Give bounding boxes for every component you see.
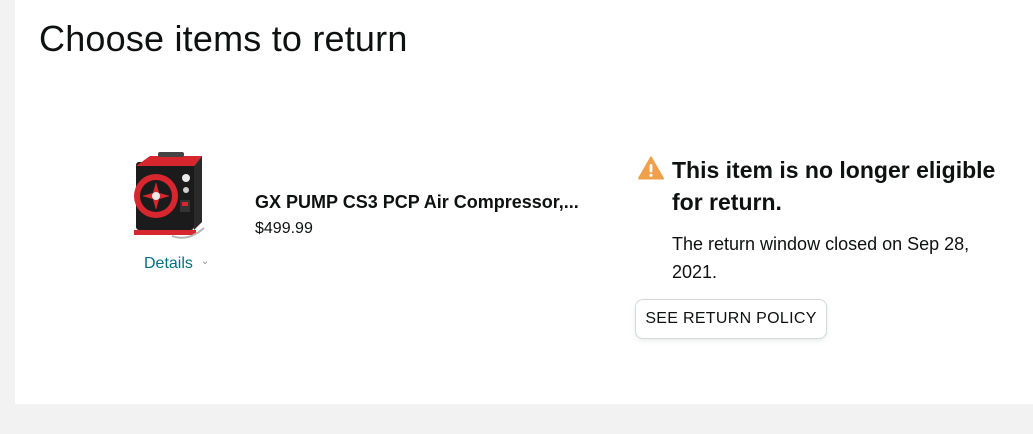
chevron-down-icon[interactable]: ⌄ <box>201 257 209 267</box>
page-title: Choose items to return <box>39 18 408 59</box>
ineligible-heading: This item is no longer eligible for retu… <box>672 157 996 215</box>
product-name: GX PUMP CS3 PCP Air Compressor,... <box>255 192 579 212</box>
return-window-message: The return window closed on Sep 28, 2021… <box>672 234 970 282</box>
return-items-card: Choose items to return Details ⌄ GX PUMP… <box>15 0 1033 404</box>
see-return-policy-button[interactable]: SEE RETURN POLICY <box>635 299 827 339</box>
warning-icon <box>638 156 664 180</box>
details-toggle[interactable]: Details ⌄ <box>144 254 209 274</box>
product-image[interactable] <box>132 152 206 246</box>
product-price: $499.99 <box>255 220 313 237</box>
details-link[interactable]: Details <box>144 254 193 274</box>
